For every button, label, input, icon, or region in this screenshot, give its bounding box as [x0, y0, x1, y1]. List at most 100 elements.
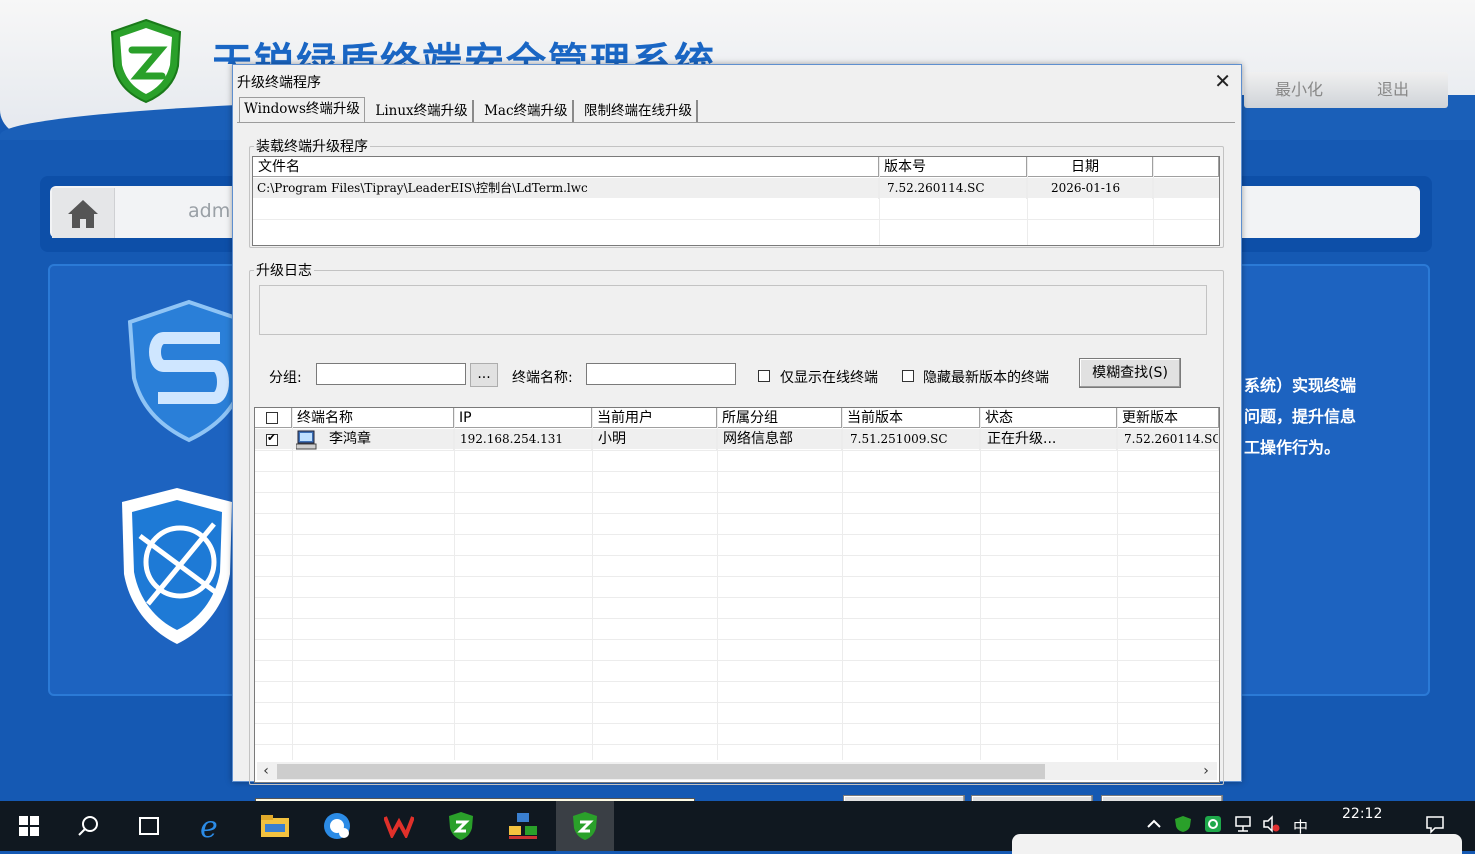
terminal-name-label: 终端名称:: [512, 370, 573, 386]
gridline: [255, 639, 1219, 640]
green-shield-icon: [573, 812, 597, 840]
tab-linux[interactable]: Linux终端升级: [371, 100, 474, 122]
tray-volume-muted-icon[interactable]: [1262, 815, 1280, 833]
gridline: [255, 744, 1219, 745]
notification-icon[interactable]: [1425, 814, 1445, 834]
gridline: [255, 534, 1219, 535]
scroll-right-icon[interactable]: ›: [1197, 762, 1215, 780]
online-only-label[interactable]: 仅显示在线终端: [780, 367, 878, 387]
taskbar-edge[interactable]: e: [184, 801, 242, 851]
tab-limit-online[interactable]: 限制终端在线升级: [580, 100, 698, 122]
gridline: [255, 618, 1219, 619]
tray-green-app-icon[interactable]: [1204, 815, 1222, 833]
col-group[interactable]: 所属分组: [717, 408, 842, 428]
gridline: [255, 492, 1219, 493]
tray-shield-icon[interactable]: [1174, 815, 1192, 833]
search-icon: [78, 816, 98, 836]
gridline: [292, 408, 293, 760]
package-file: C:\Program Files\Tipray\LeaderEIS\控制台\Ld…: [253, 178, 879, 199]
green-shield-icon: [449, 812, 473, 840]
table-row[interactable]: 李鸿章 192.168.254.131 小明 网络信息部 7.51.251009…: [255, 429, 1219, 450]
tab-body: 装载终端升级程序 文件名 版本号 日期 C:\Program Files\Tip…: [237, 122, 1235, 825]
gridline: [717, 408, 718, 760]
row-checkbox[interactable]: [266, 431, 278, 446]
description-line-2: 问题，提升信息: [1244, 407, 1357, 426]
task-view-icon: [139, 817, 159, 835]
taskbar-shield-app[interactable]: [432, 801, 490, 851]
taskbar-wps[interactable]: [370, 801, 428, 851]
col-current-user[interactable]: 当前用户: [592, 408, 717, 428]
taskbar-browser[interactable]: [308, 801, 366, 851]
gridline: [255, 723, 1219, 724]
taskbar-shield-app-active[interactable]: [556, 801, 614, 851]
svg-text:e: e: [200, 811, 218, 841]
gridline: [842, 408, 843, 760]
scroll-left-icon[interactable]: ‹: [257, 762, 275, 780]
scroll-thumb[interactable]: [277, 764, 1045, 779]
app-title: 天锐绿盾终端安全管理系统: [212, 40, 716, 64]
gridline: [255, 597, 1219, 598]
group-browse-button[interactable]: ...: [470, 363, 498, 387]
tray-network-icon[interactable]: [1234, 815, 1252, 833]
dialog-title: 升级终端程序: [237, 75, 321, 91]
home-button[interactable]: [52, 188, 115, 238]
close-icon[interactable]: ✕: [1214, 69, 1231, 93]
start-button[interactable]: [0, 801, 58, 851]
tab-mac[interactable]: Mac终端升级: [480, 100, 574, 122]
tray-chevron-up-icon[interactable]: [1145, 815, 1163, 833]
gridline: [253, 219, 1219, 220]
filter-bar: [259, 285, 1207, 335]
col-status[interactable]: 状态: [980, 408, 1117, 428]
home-icon: [68, 200, 98, 228]
col-version[interactable]: 版本号: [879, 157, 1027, 177]
gridline: [980, 408, 981, 760]
taskbar-file-explorer[interactable]: [246, 801, 304, 851]
col-terminal-name[interactable]: 终端名称: [292, 408, 454, 428]
hide-latest-checkbox[interactable]: [902, 370, 914, 382]
log-group-legend: 升级日志: [256, 263, 312, 279]
search-button[interactable]: [60, 801, 118, 851]
task-view-button[interactable]: [120, 801, 178, 851]
col-ip[interactable]: IP: [454, 408, 592, 428]
horizontal-scrollbar[interactable]: ‹ ›: [257, 762, 1217, 780]
gridline: [454, 408, 455, 760]
package-table: 文件名 版本号 日期 C:\Program Files\Tipray\Leade…: [252, 156, 1220, 246]
hide-latest-label[interactable]: 隐藏最新版本的终端: [923, 367, 1049, 387]
browser-icon: [324, 813, 350, 839]
package-row[interactable]: C:\Program Files\Tipray\LeaderEIS\控制台\Ld…: [253, 178, 1219, 199]
package-date: 2026-01-16: [1027, 178, 1153, 199]
upgrade-dialog: 升级终端程序 ✕ Windows终端升级 Linux终端升级 Mac终端升级 限…: [232, 64, 1242, 825]
tray-popup-edge: [1012, 834, 1462, 854]
gridline: [255, 576, 1219, 577]
terminal-name-input[interactable]: [586, 363, 736, 385]
fuzzy-search-button[interactable]: 模糊查找(S): [1079, 358, 1181, 388]
globe-shield-icon: [122, 488, 232, 644]
gridline: [879, 157, 880, 245]
gridline: [255, 660, 1219, 661]
gridline: [1117, 408, 1118, 760]
row-ip: 192.168.254.131: [454, 429, 592, 450]
description-line-3: 工操作行为。: [1244, 438, 1341, 457]
select-all-checkbox[interactable]: [266, 412, 278, 424]
computer-icon: [296, 430, 317, 450]
edge-icon: e: [200, 811, 218, 841]
col-current-version[interactable]: 当前版本: [842, 408, 980, 428]
tab-strip: Windows终端升级 Linux终端升级 Mac终端升级 限制终端在线升级: [239, 97, 700, 123]
gridline: [592, 408, 593, 760]
tray-clock[interactable]: 22:12: [1342, 806, 1382, 822]
group-input[interactable]: [316, 363, 466, 385]
package-group-legend: 装载终端升级程序: [256, 139, 368, 155]
tab-windows[interactable]: Windows终端升级: [239, 97, 365, 123]
row-update-version: 7.52.260114.SC: [1117, 429, 1219, 450]
gridline: [255, 702, 1219, 703]
col-date[interactable]: 日期: [1027, 157, 1153, 177]
taskbar-network-app[interactable]: [494, 801, 552, 851]
online-only-checkbox[interactable]: [758, 370, 770, 382]
row-status: 正在升级...: [980, 429, 1117, 450]
col-update-version[interactable]: 更新版本: [1117, 408, 1219, 428]
exit-button[interactable]: 退出: [1338, 72, 1448, 108]
user-name: admi: [188, 200, 236, 222]
gridline: [255, 513, 1219, 514]
gridline: [255, 471, 1219, 472]
col-filename[interactable]: 文件名: [253, 157, 879, 177]
